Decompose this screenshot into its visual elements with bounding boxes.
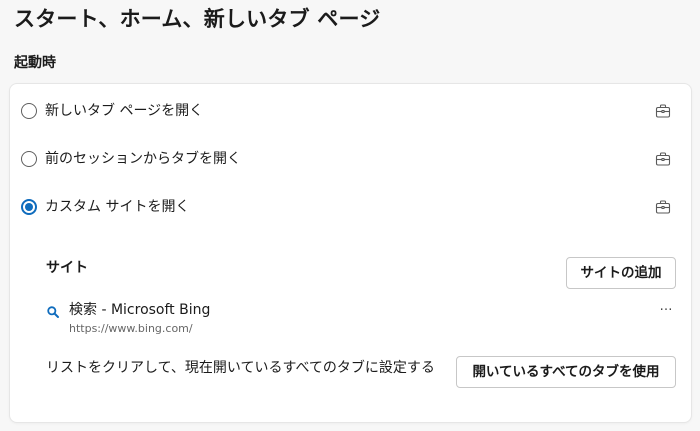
- radio-label-new-tab[interactable]: 新しいタブ ページを開く: [45, 101, 203, 121]
- radio-label-custom-sites[interactable]: カスタム サイトを開く: [45, 197, 189, 217]
- radio-label-previous-session[interactable]: 前のセッションからタブを開く: [45, 149, 241, 169]
- search-icon: [47, 306, 59, 318]
- sites-heading: サイト: [46, 260, 88, 276]
- use-all-open-tabs-button[interactable]: 開いているすべてのタブを使用: [456, 356, 676, 388]
- site-title: 検索 - Microsoft Bing: [69, 302, 211, 318]
- startup-option-custom-sites[interactable]: カスタム サイトを開く: [10, 193, 691, 221]
- briefcase-icon: [655, 104, 671, 118]
- clear-list-description: リストをクリアして、現在開いているすべてのタブに設定する: [46, 360, 435, 376]
- startup-heading: 起動時: [14, 55, 56, 71]
- radio-custom-sites[interactable]: [21, 199, 37, 215]
- radio-new-tab[interactable]: [21, 103, 37, 119]
- site-url: https://www.bing.com/: [69, 322, 193, 335]
- page-title: スタート、ホーム、新しいタブ ページ: [14, 7, 381, 31]
- site-list-item: 検索 - Microsoft Bing https://www.bing.com…: [46, 298, 676, 338]
- startup-card: 新しいタブ ページを開く 前のセッションからタブを開く カスタム サイトを開く …: [9, 83, 692, 423]
- more-options-icon[interactable]: …: [656, 300, 676, 316]
- startup-option-previous-session[interactable]: 前のセッションからタブを開く: [10, 145, 691, 173]
- radio-previous-session[interactable]: [21, 151, 37, 167]
- briefcase-icon: [655, 200, 671, 214]
- briefcase-icon: [655, 152, 671, 166]
- add-site-button[interactable]: サイトの追加: [566, 257, 676, 289]
- startup-option-new-tab[interactable]: 新しいタブ ページを開く: [10, 97, 691, 125]
